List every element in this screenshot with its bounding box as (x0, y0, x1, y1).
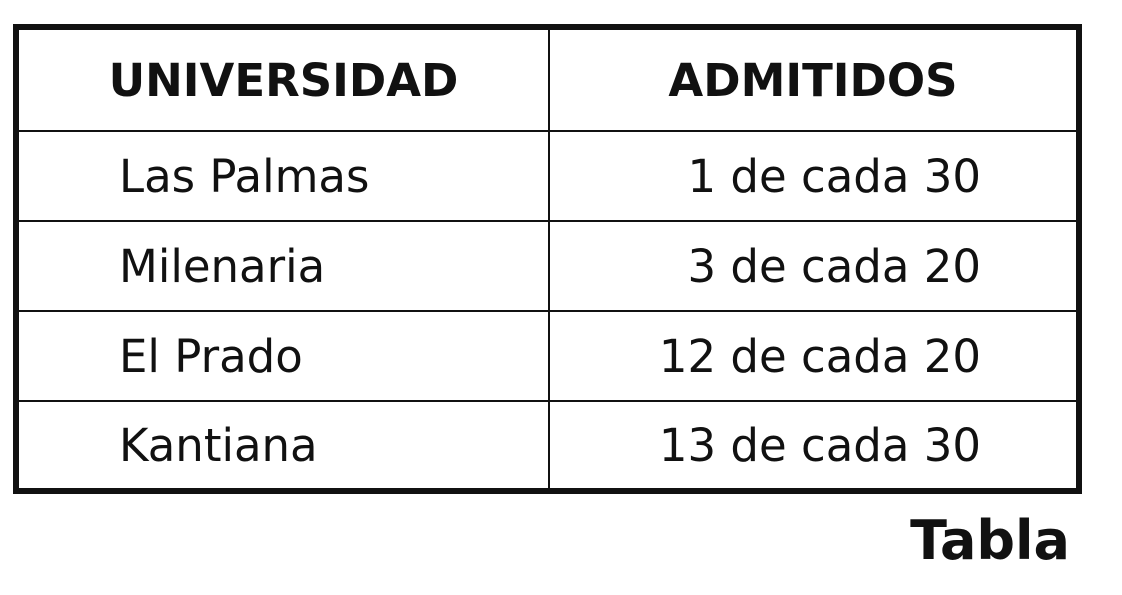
header-admitidos: ADMITIDOS (548, 26, 1080, 132)
header-universidad: UNIVERSIDAD (15, 26, 550, 132)
table-row: El Prado 12 de cada 20 (15, 310, 1080, 402)
table-row: Milenaria 3 de cada 20 (15, 220, 1080, 312)
universidad-cell: El Prado (15, 310, 550, 402)
table-row: Las Palmas 1 de cada 30 (15, 130, 1080, 222)
admitidos-cell: 1 de cada 30 (548, 130, 1080, 222)
universidad-cell: Kantiana (15, 400, 550, 492)
universidad-cell: Milenaria (15, 220, 550, 312)
admissions-table: UNIVERSIDAD ADMITIDOS Las Palmas 1 de ca… (13, 24, 1082, 494)
admitidos-cell: 13 de cada 30 (548, 400, 1080, 492)
admitidos-cell: 12 de cada 20 (548, 310, 1080, 402)
table-header-row: UNIVERSIDAD ADMITIDOS (15, 26, 1080, 132)
universidad-cell: Las Palmas (15, 130, 550, 222)
table-row: Kantiana 13 de cada 30 (15, 400, 1080, 492)
table-caption: Tabla (910, 509, 1070, 572)
admitidos-cell: 3 de cada 20 (548, 220, 1080, 312)
